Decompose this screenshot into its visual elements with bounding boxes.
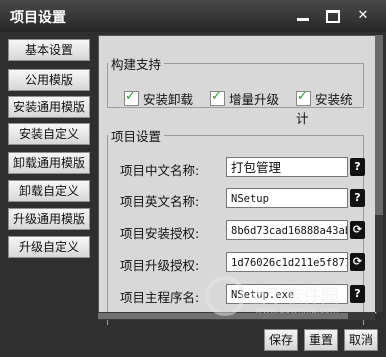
- help-icon[interactable]: ?: [350, 158, 365, 176]
- sidebar-item-upgrade-template[interactable]: 升级通用模版: [8, 208, 90, 230]
- upgrade-license-field[interactable]: 1d76026c1d211e5f87728: [226, 252, 348, 272]
- check-icon: [124, 89, 139, 106]
- minimize-icon: [297, 18, 309, 21]
- sidebar-item-common-template[interactable]: 公用模版: [8, 69, 90, 91]
- sidebar-item-basic-settings[interactable]: 基本设置: [8, 39, 90, 61]
- build-support-group: 构建支持 安装卸载 增量升级 安装统计: [107, 54, 364, 126]
- project-en-name-field[interactable]: NSetup: [226, 188, 348, 208]
- field-label: 项目主程序名:: [120, 290, 200, 305]
- build-support-legend: 构建支持: [111, 57, 162, 72]
- sidebar-item-uninstall-template[interactable]: 卸载通用模版: [8, 152, 90, 174]
- save-button[interactable]: 保存: [264, 329, 298, 351]
- close-button[interactable]: ✕: [352, 6, 374, 26]
- minimize-button[interactable]: [292, 6, 314, 26]
- project-cn-name-row: 项目中文名称: 打包管理 ?: [120, 157, 365, 179]
- scrollbar-thumb[interactable]: [375, 35, 383, 215]
- action-bar: 保存 重置 取消: [0, 325, 386, 357]
- install-license-row: 项目安装授权: 8b6d73cad16888a43ab08 ⟳: [120, 220, 365, 242]
- checkbox-label: 增量升级: [229, 92, 280, 107]
- check-icon: [210, 89, 225, 106]
- incremental-upgrade-checkbox[interactable]: 增量升级: [210, 89, 279, 108]
- title-bar: 项目设置 ✕: [0, 0, 386, 32]
- field-label: 项目中文名称:: [120, 163, 200, 178]
- sidebar-item-uninstall-custom[interactable]: 卸载自定义: [8, 180, 90, 202]
- field-label: 项目英文名称:: [120, 194, 200, 209]
- vertical-scrollbar[interactable]: [375, 35, 383, 312]
- upgrade-license-row: 项目升级授权: 1d76026c1d211e5f87728 ⟳: [120, 252, 365, 274]
- window-title: 项目设置: [10, 10, 66, 26]
- sidebar-item-install-custom[interactable]: 安装自定义: [8, 123, 90, 145]
- help-icon[interactable]: ?: [350, 189, 365, 207]
- watermark-logo: 当下软件园 www.downxia.com: [205, 276, 365, 326]
- refresh-icon[interactable]: ⟳: [350, 253, 365, 271]
- project-settings-legend: 项目设置: [111, 129, 162, 144]
- close-icon: ✕: [357, 8, 369, 23]
- install-license-field[interactable]: 8b6d73cad16888a43ab08: [226, 220, 348, 240]
- settings-panel: 构建支持 安装卸载 增量升级 安装统计 项目设置 项目中文名称: 打包管理 ? …: [98, 35, 377, 327]
- field-label: 项目升级授权:: [120, 258, 200, 273]
- field-label: 项目安装授权:: [120, 226, 200, 241]
- install-uninstall-checkbox[interactable]: 安装卸载: [124, 89, 193, 108]
- project-en-name-row: 项目英文名称: NSetup ?: [120, 188, 365, 210]
- refresh-icon[interactable]: ⟳: [350, 221, 365, 239]
- cancel-button[interactable]: 取消: [344, 329, 378, 351]
- sidebar-item-upgrade-custom[interactable]: 升级自定义: [8, 236, 90, 258]
- watermark-url: www.downxia.com: [255, 306, 339, 316]
- maximize-icon: [326, 10, 340, 23]
- install-stats-checkbox[interactable]: 安装统计: [296, 89, 363, 127]
- project-settings-window: 项目设置 ✕ 基本设置 公用模版 安装通用模版 安装自定义 卸载通用模版 卸载自…: [0, 0, 386, 357]
- project-cn-name-field[interactable]: 打包管理: [226, 157, 348, 177]
- check-icon: [296, 89, 311, 106]
- watermark-text: 当下软件园: [249, 286, 339, 307]
- checkbox-label: 安装卸载: [143, 92, 194, 107]
- reset-button[interactable]: 重置: [304, 329, 338, 351]
- watermark-circle-icon: [205, 276, 245, 316]
- maximize-button[interactable]: [322, 6, 344, 26]
- sidebar-item-install-template[interactable]: 安装通用模版: [8, 96, 90, 118]
